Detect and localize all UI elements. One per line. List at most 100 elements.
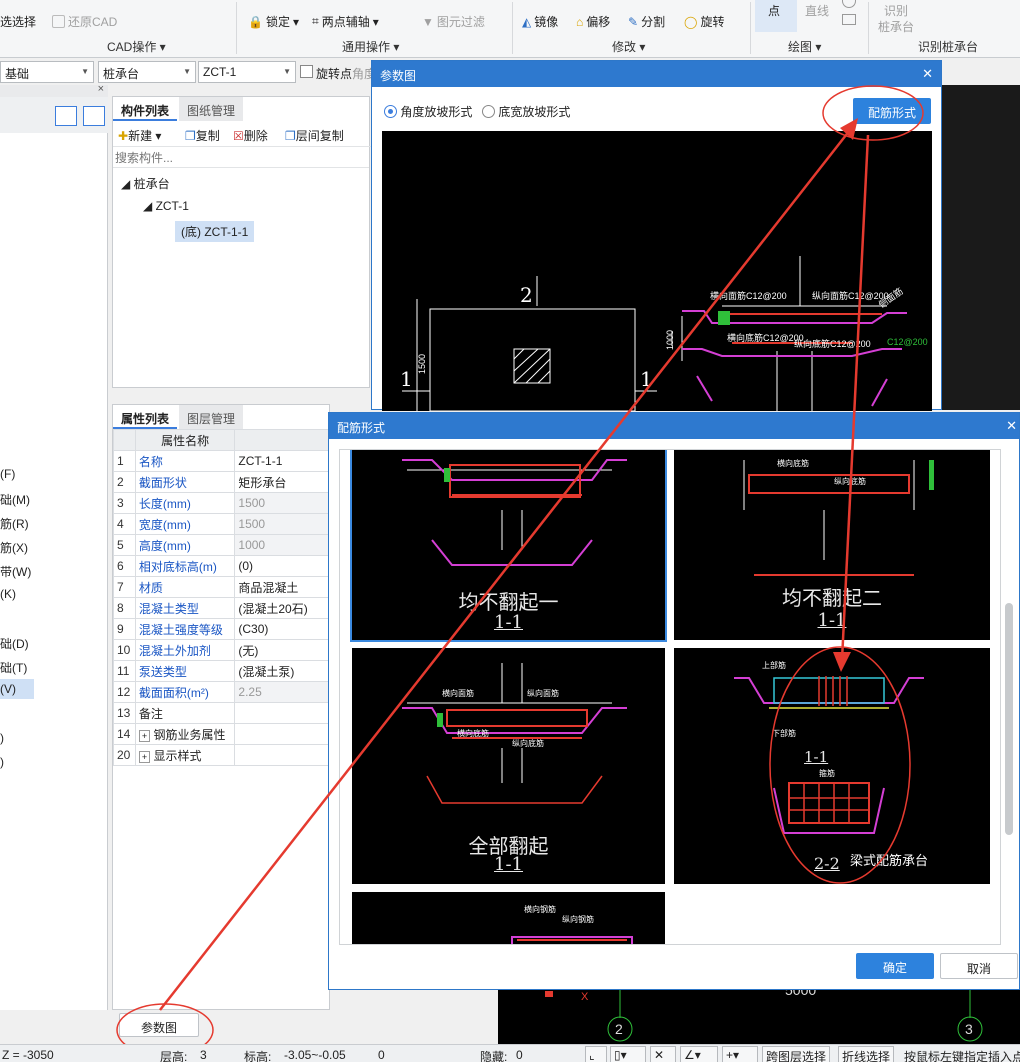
nav-item[interactable]: ) — [0, 755, 4, 769]
restore-cad-button[interactable]: 还原CAD — [52, 13, 117, 30]
snap-icon[interactable]: ▯▾ — [610, 1046, 646, 1062]
nav-item[interactable]: 筋(R) — [0, 515, 29, 532]
nav-item[interactable]: 础(M) — [0, 491, 30, 508]
close-icon[interactable]: ✕ — [1006, 418, 1017, 434]
rotate-button[interactable]: ◯ 旋转 — [684, 13, 724, 30]
cad-ops-group[interactable]: CAD操作 ▾ — [107, 38, 166, 55]
general-ops-group[interactable]: 通用操作 ▾ — [342, 38, 399, 55]
row-key-expandable[interactable]: + 显示样式 — [134, 744, 236, 766]
close-icon[interactable]: × — [98, 83, 104, 95]
new-button[interactable]: ✚新建 ▾ — [118, 127, 161, 144]
tab-property-list[interactable]: 属性列表 — [113, 405, 178, 429]
cancel-button[interactable]: 取消 — [940, 953, 1018, 979]
table-row[interactable]: 5 高度(mm) 1000 — [113, 534, 329, 556]
table-row[interactable]: 20 + 显示样式 — [113, 744, 329, 766]
row-value[interactable]: 商品混凝土 — [234, 576, 329, 598]
cross-floor-select-button[interactable]: 跨图层选择 — [762, 1046, 831, 1062]
identify-pile-cap-button[interactable]: 桩承台 — [878, 18, 914, 35]
delete-button[interactable]: ☒删除 — [233, 127, 268, 144]
ok-button[interactable]: 确定 — [856, 953, 934, 979]
nav-item[interactable]: ) — [0, 731, 4, 745]
expand-icon[interactable]: + — [138, 750, 151, 763]
grid-view-icon[interactable] — [83, 106, 105, 126]
modify-group[interactable]: 修改 ▾ — [612, 38, 645, 55]
row-key-expandable[interactable]: + 钢筋业务属性 — [134, 723, 236, 745]
two-point-axis-button[interactable]: ⌗ 两点辅轴 ▾ — [312, 13, 379, 30]
table-row[interactable]: 8 混凝土类型 (混凝土20石) — [113, 597, 329, 619]
insert-icon[interactable]: +▾ — [722, 1046, 758, 1062]
rect-icon[interactable] — [842, 14, 856, 25]
param-diagram-button[interactable]: 参数图 — [119, 1013, 199, 1037]
table-row[interactable]: 12 截面面积(m²) 2.25 — [113, 681, 329, 703]
option-beam-type[interactable]: 上部筋 下部筋 箍筋 1-1 2-2 梁式配筋承台 — [674, 648, 990, 884]
point-button[interactable]: 点 — [755, 0, 797, 32]
radio-angle-slope[interactable]: 角度放坡形式 — [384, 103, 472, 120]
nav-item[interactable]: 础(D) — [0, 635, 29, 652]
nav-item[interactable]: (F) — [0, 467, 15, 481]
angle-icon[interactable]: ∠▾ — [680, 1046, 718, 1062]
nav-item[interactable]: (K) — [0, 587, 16, 601]
row-value[interactable]: (0) — [234, 555, 329, 577]
table-row[interactable]: 11 泵送类型 (混凝土泵) — [113, 660, 329, 682]
row-value[interactable]: (C30) — [234, 618, 329, 640]
option-no-flip-1[interactable]: 均不翻起一 1-1 — [350, 450, 667, 642]
row-value[interactable]: 1000 — [234, 534, 329, 556]
draw-group[interactable]: 绘图 ▾ — [788, 38, 821, 55]
arc-icon[interactable] — [842, 0, 856, 8]
option-all-flip[interactable]: 横向面筋 纵向面筋 横向底筋 纵向底筋 全部翻起 1-1 — [352, 648, 665, 884]
row-value[interactable]: 2.25 — [234, 681, 329, 703]
copy-button[interactable]: ❐复制 — [185, 127, 220, 144]
table-row[interactable]: 6 相对底标高(m) (0) — [113, 555, 329, 577]
row-value[interactable]: (混凝土泵) — [234, 660, 329, 682]
row-value[interactable]: ZCT-1-1 — [234, 450, 329, 472]
table-row[interactable]: 10 混凝土外加剂 (无) — [113, 639, 329, 661]
cross-icon[interactable]: ✕ — [650, 1046, 676, 1062]
nav-item[interactable]: 带(W) — [0, 563, 31, 580]
identify-button[interactable]: 识别 — [884, 2, 908, 19]
ortho-icon[interactable]: ⌞ — [585, 1046, 607, 1062]
row-value[interactable]: (无) — [234, 639, 329, 661]
nav-item[interactable]: 础(T) — [0, 659, 27, 676]
config-form-button[interactable]: 配筋形式 — [853, 98, 931, 124]
table-row[interactable]: 3 长度(mm) 1500 — [113, 492, 329, 514]
option-no-flip-2[interactable]: 横向底筋 纵向底筋 均不翻起二 1-1 — [674, 450, 990, 640]
type-select[interactable]: 桩承台 ▼ — [98, 61, 196, 83]
line-button[interactable]: 直线 — [805, 2, 829, 19]
tree-node-child[interactable]: ◢ ZCT-1 — [143, 199, 189, 213]
cad-canvas-bottom[interactable]: X 5000 2 3 — [498, 982, 1020, 1044]
search-input[interactable] — [113, 148, 369, 168]
row-value[interactable]: 1500 — [234, 513, 329, 535]
table-row[interactable]: 13 备注 — [113, 702, 329, 724]
list-view-icon[interactable] — [55, 106, 77, 126]
radio-bottom-width-slope[interactable]: 底宽放坡形式 — [482, 103, 570, 120]
tree-node-root[interactable]: ◢ 桩承台 — [121, 175, 170, 192]
offset-button[interactable]: ⌂ 偏移 — [576, 13, 610, 30]
row-value[interactable]: 矩形承台 — [234, 471, 329, 493]
split-button[interactable]: ✎ 分割 — [628, 13, 665, 30]
component-select[interactable]: ZCT-1 ▼ — [198, 61, 296, 83]
tab-component-list[interactable]: 构件列表 — [113, 97, 178, 121]
close-icon[interactable]: ✕ — [922, 66, 933, 82]
table-row[interactable]: 9 混凝土强度等级 (C30) — [113, 618, 329, 640]
expand-icon[interactable]: + — [138, 729, 151, 742]
floor-copy-button[interactable]: ❐层间复制 — [285, 127, 344, 144]
cad-canvas-top[interactable] — [942, 85, 1020, 410]
table-row[interactable]: 2 截面形状 矩形承台 — [113, 471, 329, 493]
option-partial[interactable]: 横向钢筋 纵向钢筋 — [352, 892, 665, 944]
select-button[interactable]: 选选择 — [0, 13, 36, 30]
scrollbar-thumb[interactable] — [1005, 603, 1013, 835]
row-value[interactable]: 1500 — [234, 492, 329, 514]
table-row[interactable]: 7 材质 商品混凝土 — [113, 576, 329, 598]
layer-select[interactable]: 基础 ▼ — [0, 61, 94, 83]
polyline-select-button[interactable]: 折线选择 — [838, 1046, 895, 1062]
table-row[interactable]: 1 名称 ZCT-1-1 — [113, 450, 329, 472]
mirror-button[interactable]: ◭ 镜像 — [522, 13, 558, 30]
lock-button[interactable]: 🔒 锁定 ▾ — [248, 13, 299, 30]
rotate-point-checkbox[interactable] — [300, 65, 313, 78]
tree-node-leaf[interactable]: (底) ZCT-1-1 — [175, 221, 255, 242]
row-value[interactable] — [234, 702, 329, 724]
tab-layer-management[interactable]: 图层管理 — [179, 405, 244, 429]
nav-item[interactable]: 筋(X) — [0, 539, 28, 556]
tab-drawing-management[interactable]: 图纸管理 — [179, 97, 244, 121]
table-row[interactable]: 14 + 钢筋业务属性 — [113, 723, 329, 745]
